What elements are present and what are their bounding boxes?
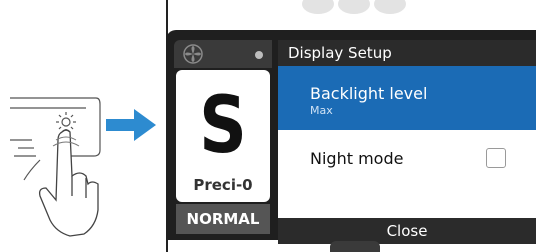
display-setup-dialog: Display Setup Backlight level Max Night …	[278, 40, 536, 244]
sun-icon	[56, 112, 76, 132]
fan-icon	[183, 44, 203, 64]
dialog-title: Display Setup	[278, 40, 536, 66]
mode-letter: S	[199, 81, 247, 171]
dialog-spacer	[278, 188, 536, 218]
backlight-level-label: Backlight level	[310, 84, 428, 103]
night-mode-item[interactable]: Night mode	[278, 130, 536, 188]
night-mode-label: Night mode	[310, 149, 404, 168]
mode-status: NORMAL	[176, 204, 270, 234]
bottom-indicator	[330, 241, 380, 252]
status-dot-icon	[255, 51, 263, 59]
night-mode-checkbox[interactable]	[486, 148, 506, 168]
mode-sub-label: Preci-0	[193, 176, 253, 194]
backlight-level-item[interactable]: Backlight level Max	[278, 66, 536, 130]
close-button[interactable]: Close	[278, 218, 536, 244]
backlight-level-value: Max	[310, 104, 333, 117]
device-top-bezel	[302, 0, 406, 14]
arrow-right-icon	[106, 109, 156, 141]
mode-card[interactable]: S Preci-0	[176, 70, 270, 202]
